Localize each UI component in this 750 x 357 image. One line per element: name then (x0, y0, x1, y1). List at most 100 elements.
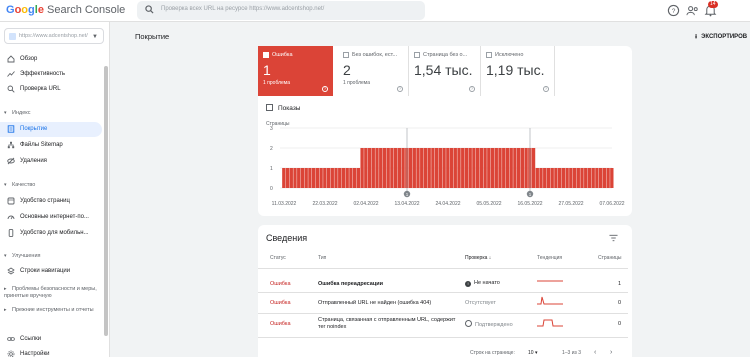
section-quality[interactable]: ▾ Качество (4, 182, 35, 188)
chart-bar (494, 148, 498, 188)
section-index[interactable]: ▾ Индекс (4, 110, 30, 116)
help-icon[interactable]: ? (469, 86, 475, 92)
search-icon (7, 85, 15, 93)
section-improvements[interactable]: ▾ Улучшения (4, 253, 41, 259)
x-tick-label: 13.04.2022 (394, 201, 419, 207)
export-button[interactable]: ⭳ ЭКСПОРТИРОВ (695, 32, 747, 42)
chart-bar (293, 168, 297, 188)
x-tick-label: 11.03.2022 (272, 201, 297, 207)
chart-bar (591, 168, 595, 188)
trend-sparkline (537, 319, 563, 327)
chart-bar (438, 148, 443, 188)
chart-bar (315, 168, 320, 188)
impressions-toggle[interactable]: Показы (266, 104, 300, 112)
sort-arrow-icon: ↓ (488, 255, 492, 261)
chart-bar (602, 168, 607, 188)
tile-excluded[interactable]: Исключено 1,19 тыс. ? (481, 46, 555, 96)
column-header-validation[interactable]: Проверка ↓ (465, 255, 491, 261)
column-header-status[interactable]: Статус (270, 255, 286, 261)
chart-bar (539, 168, 543, 188)
tile-label: Страница без о... (423, 52, 468, 58)
sidebar-item-settings[interactable]: Настройки (0, 347, 102, 357)
next-page-icon[interactable]: › (610, 349, 612, 356)
chart-bar (304, 168, 308, 188)
chart-bar (401, 148, 405, 188)
chart-bar (483, 148, 487, 188)
column-header-pages[interactable]: Страницы (598, 255, 621, 261)
validation-cell: ! Не начато (465, 280, 500, 287)
chart-bar (475, 148, 480, 188)
sidebar-item-coverage[interactable]: Покрытие (0, 122, 102, 137)
checkbox (414, 52, 420, 58)
help-icon[interactable]: ? (667, 4, 680, 17)
sitemap-icon (7, 141, 15, 149)
column-header-trend[interactable]: Тенденция (537, 255, 562, 261)
x-tick-label: 16.05.2022 (517, 201, 542, 207)
sidebar-item-url-inspection[interactable]: Проверка URL (0, 82, 102, 97)
chart-bar (341, 168, 346, 188)
chart-bar (472, 148, 476, 188)
section-security[interactable]: ▸ Проблемы безопасности и меры, принятые … (4, 286, 100, 300)
sidebar-item-overview[interactable]: Обзор (0, 52, 102, 67)
prev-page-icon[interactable]: ‹ (594, 349, 596, 356)
chart-bar (561, 168, 566, 188)
app-logo[interactable]: Google Search Console (6, 4, 125, 16)
chart-bar (569, 168, 573, 188)
chart-bar (423, 148, 428, 188)
sidebar-item-label: Удобство для мобильн... (20, 230, 89, 236)
chart-bar (610, 168, 614, 188)
x-tick-label: 05.05.2022 (476, 201, 501, 207)
google-wordmark: Google (6, 4, 44, 16)
type-cell: Отправленный URL не найден (ошибка 404) (318, 300, 432, 306)
checkbox (263, 52, 269, 58)
help-icon[interactable]: ? (322, 86, 328, 92)
export-label: ЭКСПОРТИРОВ (701, 34, 748, 40)
tile-valid[interactable]: Страница без о... 1,54 тыс. ? (409, 46, 481, 96)
details-card: Сведения Статус Тип Проверка ↓ Тенденция… (258, 225, 632, 357)
sidebar-item-label: Настройки (20, 351, 50, 357)
notification-badge: 14 (708, 1, 718, 8)
tile-error[interactable]: Ошибка 1 1 проблема ? (258, 46, 333, 96)
chart-bar (285, 168, 290, 188)
sidebar-item-mobile-usability[interactable]: Удобство для мобильн... (0, 226, 102, 241)
sidebar-item-core-web-vitals[interactable]: Основные интернет-по... (0, 210, 102, 225)
chart-bar (360, 148, 364, 188)
sidebar-item-breadcrumbs[interactable]: Строки навигации (0, 264, 102, 279)
sidebar-item-removals[interactable]: Удаления (0, 154, 102, 169)
tile-value: 1 (263, 62, 271, 78)
rows-per-page-select[interactable]: 10 ▾ (528, 350, 537, 356)
caret-right-icon: ▸ (4, 307, 7, 313)
chart-bar (468, 148, 472, 188)
status-cell: Ошибка (270, 281, 291, 287)
chart-bar (557, 168, 562, 188)
chart-bar (427, 148, 431, 188)
chart-bar (282, 168, 286, 188)
sidebar-item-links[interactable]: Ссылки (0, 332, 102, 347)
validation-label: Не начато (474, 280, 500, 286)
url-inspection-search[interactable]: Проверка всех URL на ресурсе https://www… (137, 1, 425, 20)
sidebar-item-label: Строки навигации (20, 268, 71, 274)
sidebar-item-label: Покрытие (20, 126, 48, 132)
column-header-type[interactable]: Тип (318, 255, 326, 261)
manage-users-icon[interactable] (686, 4, 699, 17)
section-legacy-tools[interactable]: ▸ Прежние инструменты и отчеты (4, 307, 100, 314)
sidebar-item-label: Удобство страниц (20, 198, 70, 204)
sidebar-item-label: Обзор (20, 56, 38, 62)
tile-valid-with-warnings[interactable]: Без ошибок, ест... 2 1 проблема ? (338, 46, 409, 96)
help-icon[interactable]: ? (543, 86, 549, 92)
chart-bar (546, 168, 551, 188)
rows-per-page-value: 10 (528, 350, 534, 356)
filter-icon[interactable] (609, 234, 618, 242)
sidebar-scrollbar[interactable] (104, 66, 108, 336)
chart-bar (334, 168, 338, 188)
sidebar-item-sitemaps[interactable]: Файлы Sitemap (0, 138, 102, 153)
x-tick-label: 27.05.2022 (558, 201, 583, 207)
y-tick-label: 3 (270, 126, 273, 132)
sidebar-item-performance[interactable]: Эффективность (0, 67, 102, 82)
section-label: Проблемы безопасности и меры, принятые в… (4, 286, 97, 299)
property-selector[interactable]: https://www.adcentshop.net/ ▼ (4, 28, 104, 44)
sidebar-item-label: Эффективность (20, 71, 66, 77)
chart-bar (338, 168, 342, 188)
help-icon[interactable]: ? (397, 86, 403, 92)
sidebar-item-page-experience[interactable]: Удобство страниц (0, 194, 102, 209)
